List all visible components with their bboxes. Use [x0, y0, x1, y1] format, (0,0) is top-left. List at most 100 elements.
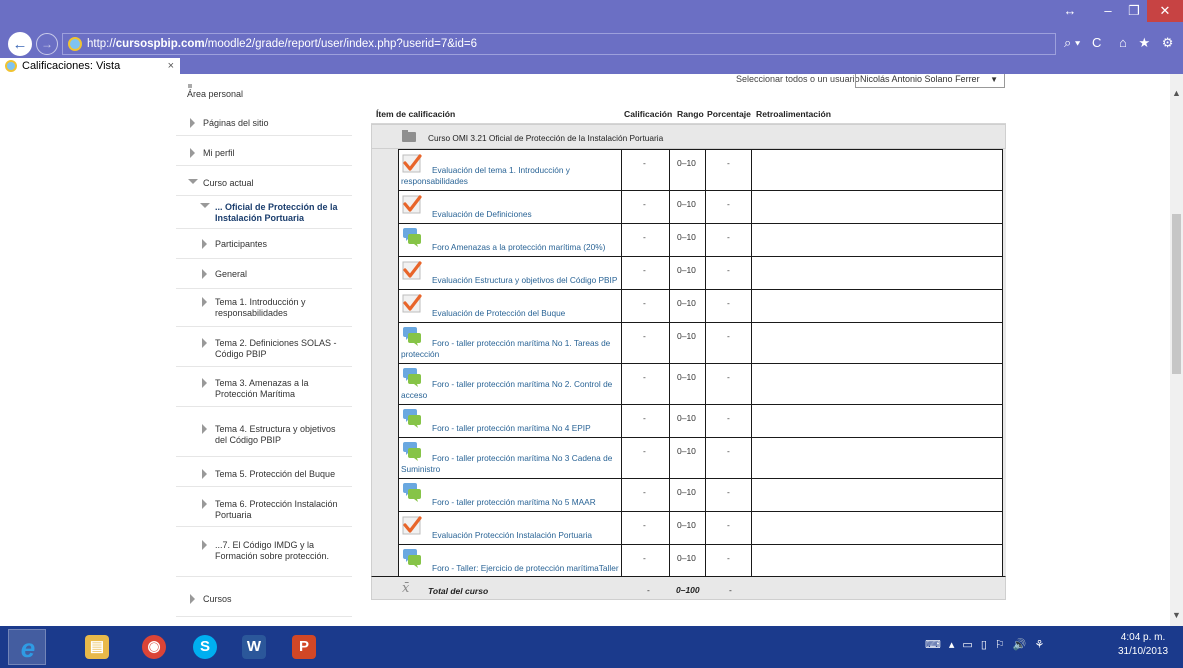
sidebar-item-curso-opip[interactable]: ... Oficial de Protección de la Instalac…	[176, 196, 352, 229]
battery-icon[interactable]: ▯	[981, 639, 987, 651]
minimize-button[interactable]: –	[1095, 0, 1121, 22]
grade-item-link[interactable]: Evaluación Estructura y objetivos del Có…	[432, 275, 622, 286]
range-value: 0–10	[677, 446, 696, 456]
sidebar-item-mi-perfil[interactable]: Mi perfil	[176, 136, 352, 166]
sidebar-item-area-personal[interactable]: Área personal	[176, 74, 352, 106]
sidebar-item-participantes[interactable]: Participantes	[176, 229, 352, 259]
taskbar-internet-explorer[interactable]: e	[8, 629, 46, 665]
tab-close-button[interactable]: ×	[168, 58, 174, 74]
site-favicon-icon	[68, 37, 82, 51]
percentage-value: -	[727, 372, 730, 382]
vertical-scrollbar[interactable]: ▲ ▼	[1170, 74, 1183, 626]
grade-item-link[interactable]: Foro - taller protección marítima No 1. …	[401, 338, 616, 360]
sidebar-item-general[interactable]: General	[176, 259, 352, 289]
grade-report-table: Ítem de calificación Calificación Rango …	[371, 102, 1006, 605]
back-button[interactable]: ←	[8, 32, 32, 56]
sidebar-item-curso-actual[interactable]: Curso actual	[176, 166, 352, 196]
action-center-icon[interactable]: ▭	[962, 639, 972, 651]
search-dropdown-icon[interactable]: ⌕ ▾	[1064, 35, 1080, 50]
notification-icon[interactable]: ⚘	[1034, 639, 1044, 651]
sidebar-item-label: Área personal	[187, 89, 244, 99]
sidebar-item-tema2[interactable]: Tema 2. Definiciones SOLAS - Código PBIP	[176, 327, 352, 367]
grade-item-link[interactable]: Foro - Taller: Ejercicio de protección m…	[432, 563, 622, 574]
range-value: 0–10	[677, 265, 696, 275]
mean-symbol-icon: x̄	[402, 581, 410, 596]
sidebar-item-label: General	[215, 269, 248, 279]
folder-icon	[402, 130, 416, 142]
header-retroalimentacion: Retroalimentación	[756, 109, 831, 119]
header-item[interactable]: Ítem de calificación	[376, 109, 455, 119]
sidebar-item-tema6[interactable]: Tema 6. Protección Instalación Portuaria	[176, 487, 352, 527]
show-hidden-icon[interactable]: ▴	[949, 639, 955, 651]
grade-item-link[interactable]: Evaluación del tema 1. Introducción y re…	[401, 165, 616, 187]
refresh-icon[interactable]: C	[1092, 35, 1101, 50]
url-prefix: http://	[87, 38, 116, 50]
chevron-right-icon	[202, 297, 207, 307]
percentage-value-cell: -	[705, 150, 751, 190]
forward-button[interactable]: →	[36, 33, 58, 55]
quiz-check-icon	[402, 515, 422, 535]
scroll-down-icon[interactable]: ▼	[1172, 610, 1181, 620]
taskbar-powerpoint[interactable]: P	[285, 629, 323, 665]
clock[interactable]: 4:04 p. m. 31/10/2013	[1118, 631, 1168, 659]
sidebar-item-tema3[interactable]: Tema 3. Amenazas a la Protección Marítim…	[176, 367, 352, 407]
maximize-button[interactable]: ❐	[1121, 0, 1147, 22]
grade-item-link[interactable]: Foro - taller protección marítima No 3 C…	[401, 453, 616, 475]
scroll-thumb[interactable]	[1172, 214, 1181, 374]
range-value-cell: 0–10	[669, 479, 705, 511]
chevron-right-icon	[190, 118, 195, 128]
grade-item-link[interactable]: Foro - taller protección marítima No 4 E…	[432, 423, 622, 434]
grade-item-link[interactable]: Foro - taller protección marítima No 2. …	[401, 379, 616, 401]
total-label: Total del curso	[428, 586, 489, 596]
grade-item-link[interactable]: Evaluación de Definiciones	[432, 209, 622, 220]
percentage-value: -	[727, 265, 730, 275]
feedback-cell-cell	[751, 257, 1004, 289]
sidebar-item-tema7[interactable]: ...7. El Código IMDG y la Formación sobr…	[176, 527, 352, 577]
sidebar-item-paginas[interactable]: Páginas del sitio	[176, 106, 352, 136]
sidebar-item-label: Tema 5. Protección del Buque	[215, 469, 336, 479]
sidebar-item-cursos[interactable]: Cursos	[176, 577, 352, 617]
grade-value: -	[643, 520, 646, 530]
resize-icon[interactable]: ↔	[1060, 0, 1080, 22]
close-window-button[interactable]: ✕	[1147, 0, 1183, 22]
taskbar-word[interactable]: W	[235, 629, 273, 665]
range-value: 0–10	[677, 232, 696, 242]
grade-value-cell: -	[621, 224, 669, 256]
chevron-right-icon	[190, 148, 195, 158]
table-row: Evaluación de Definiciones - 0–10 -	[398, 190, 1003, 223]
file-explorer-icon: ▤	[85, 635, 109, 659]
tools-gear-icon[interactable]: ⚙	[1162, 35, 1174, 50]
home-icon[interactable]: ⌂	[1119, 35, 1127, 50]
table-row: Foro - Taller: Ejercicio de protección m…	[398, 544, 1003, 577]
percentage-value-cell: -	[705, 191, 751, 223]
scroll-up-icon[interactable]: ▲	[1172, 88, 1181, 98]
range-value-cell: 0–10	[669, 257, 705, 289]
address-bar[interactable]: http://cursospbip.com/moodle2/grade/repo…	[62, 33, 1056, 55]
chevron-right-icon	[202, 469, 207, 479]
keyboard-icon[interactable]: ⌨	[925, 639, 941, 651]
sidebar-item-tema1[interactable]: Tema 1. Introducción y responsabilidades	[176, 289, 352, 327]
range-value-cell: 0–10	[669, 290, 705, 322]
internet-explorer-icon: e	[20, 633, 36, 663]
favorites-star-icon[interactable]: ★	[1138, 35, 1150, 50]
grade-item-link[interactable]: Foro - taller protección marítima No 5 M…	[432, 497, 622, 508]
grade-value-cell: -	[621, 323, 669, 363]
sidebar-item-tema4[interactable]: Tema 4. Estructura y objetivos del Códig…	[176, 407, 352, 457]
taskbar-chrome[interactable]: ◉	[135, 629, 173, 665]
quiz-check-icon	[402, 260, 422, 280]
grade-item-link[interactable]: Evaluación de Protección del Buque	[432, 308, 622, 319]
category-name: Curso OMI 3.21 Oficial de Protección de …	[428, 133, 664, 143]
taskbar-skype[interactable]: S	[186, 629, 224, 665]
grade-item-link[interactable]: Evaluación Protección Instalación Portua…	[432, 530, 622, 541]
grade-value-cell: -	[621, 150, 669, 190]
volume-icon[interactable]: 🔊	[1013, 639, 1027, 651]
tab-calificaciones[interactable]: Calificaciones: Vista ×	[0, 58, 180, 74]
network-icon[interactable]: ⚐	[995, 639, 1005, 651]
grade-item-link[interactable]: Foro Amenazas a la protección marítima (…	[432, 242, 622, 253]
user-select-dropdown[interactable]: Nicolás Antonio Solano Ferrer ▼	[855, 74, 1005, 88]
chevron-down-icon	[188, 179, 198, 184]
taskbar-file-explorer[interactable]: ▤	[78, 629, 116, 665]
chevron-right-icon	[202, 540, 207, 550]
percentage-value: -	[727, 413, 730, 423]
sidebar-item-tema5[interactable]: Tema 5. Protección del Buque	[176, 457, 352, 487]
